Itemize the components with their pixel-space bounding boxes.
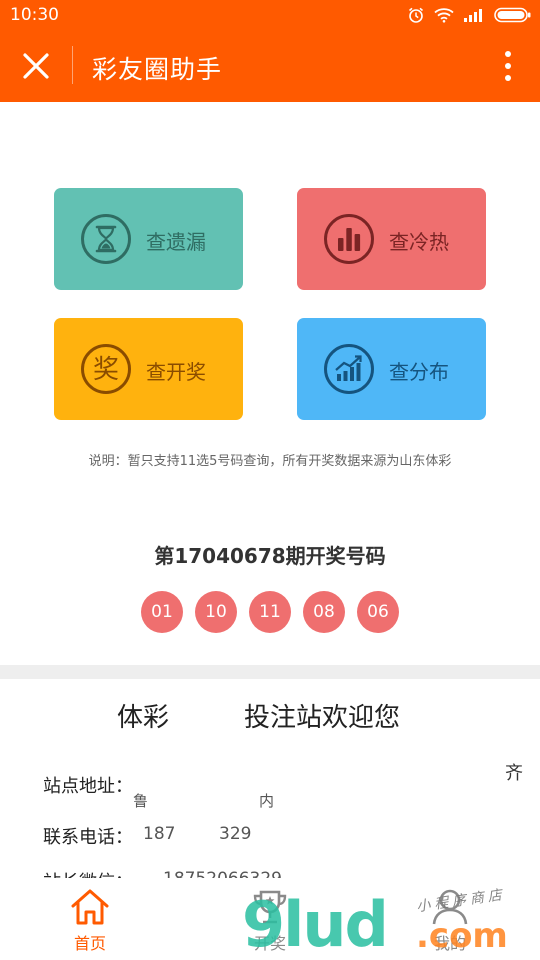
phone-label: 联系电话： (43, 827, 133, 848)
app-bar: 彩友圈助手 (0, 30, 540, 102)
address-overflow-text: 齐 (505, 763, 523, 784)
check-missing-button[interactable]: 查遗漏 (54, 188, 243, 290)
nav-draw[interactable]: 开奖 (220, 886, 320, 956)
number-ball: 08 (303, 591, 345, 633)
nav-mine[interactable]: 我的 (400, 886, 500, 956)
trend-chart-icon (324, 344, 374, 394)
bottom-navigation: 首页 开奖 我的 (0, 878, 540, 960)
app-bar-divider (72, 46, 73, 84)
number-ball: 06 (357, 591, 399, 633)
draw-issue-title: 第17040678期开奖号码 (154, 544, 386, 568)
close-icon[interactable] (20, 50, 52, 82)
number-ball: 01 (141, 591, 183, 633)
prize-icon: 奖 (81, 344, 131, 394)
user-icon (432, 889, 468, 925)
check-missing-label: 查遗漏 (146, 230, 206, 254)
hourglass-icon (81, 214, 131, 264)
svg-text:奖: 奖 (93, 355, 119, 385)
status-icons (407, 6, 532, 24)
address-value-left: 鲁 (133, 792, 149, 810)
station-title-part2: 投注站欢迎您 (244, 703, 401, 733)
more-vertical-icon[interactable] (504, 50, 512, 82)
check-distribution-button[interactable]: 查分布 (297, 318, 486, 420)
nav-home[interactable]: 首页 (40, 886, 140, 956)
check-results-label: 查开奖 (146, 360, 206, 384)
check-hotcold-button[interactable]: 查冷热 (297, 188, 486, 290)
nav-home-label: 首页 (73, 934, 106, 953)
check-hotcold-label: 查冷热 (389, 230, 449, 254)
draw-numbers: 01 10 11 08 06 (141, 591, 399, 633)
nav-mine-label: 我的 (433, 934, 466, 953)
wifi-icon (434, 8, 454, 23)
bar-chart-icon (324, 214, 374, 264)
check-distribution-label: 查分布 (389, 360, 449, 384)
address-value-right: 内 (259, 792, 275, 810)
phone-value-right[interactable]: 329 (219, 824, 251, 844)
number-ball: 11 (249, 591, 291, 633)
number-ball: 10 (195, 591, 237, 633)
signal-icon (464, 9, 482, 22)
wechat-value: 18752066329 (163, 869, 282, 878)
station-welcome-title: 体彩 投注站欢迎您 (0, 697, 540, 733)
status-time: 10:30 (10, 5, 59, 25)
station-title-part1: 体彩 (117, 703, 170, 733)
wechat-label: 站长微信： (43, 868, 133, 878)
address-label: 站点地址： (43, 776, 133, 797)
phone-value-left[interactable]: 187 (143, 824, 175, 844)
home-icon (71, 889, 109, 925)
check-results-button[interactable]: 奖 查开奖 (54, 318, 243, 420)
section-divider (0, 665, 540, 679)
trophy-icon (253, 890, 287, 924)
info-note: 说明：暂只支持11选5号码查询，所有开奖数据来源为山东体彩 (88, 454, 452, 469)
nav-draw-label: 开奖 (253, 934, 286, 953)
status-bar: 10:30 (0, 0, 540, 30)
battery-icon (494, 7, 531, 23)
alarm-icon (408, 7, 424, 23)
app-bar-title: 彩友圈助手 (92, 55, 223, 84)
